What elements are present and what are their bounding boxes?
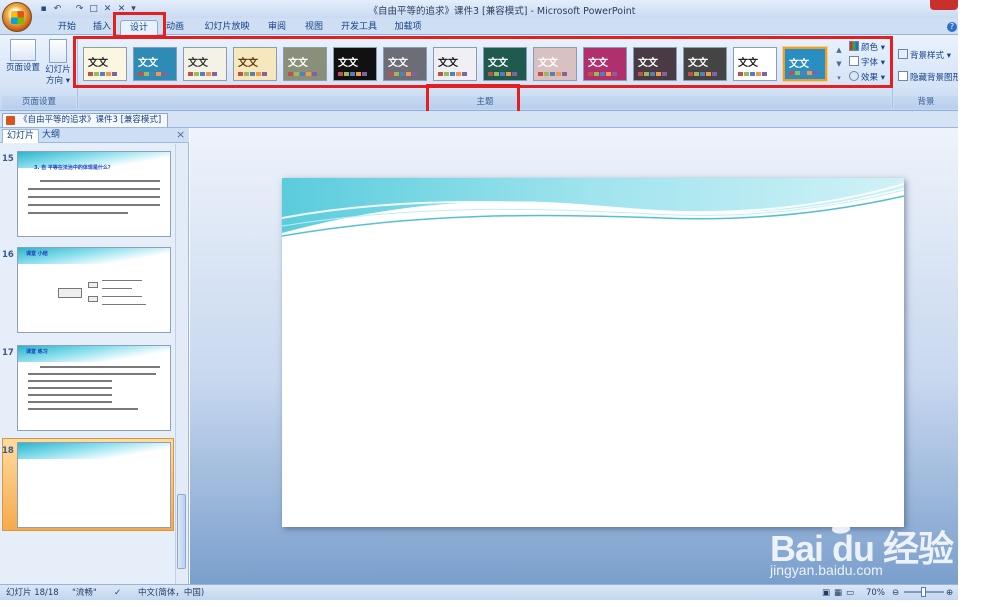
tab-slides[interactable]: 幻灯片 <box>2 129 40 143</box>
tab-review[interactable]: 审阅 <box>262 20 292 35</box>
checkbox-icon <box>898 71 908 81</box>
new-icon[interactable]: □ <box>88 3 99 14</box>
ppt-file-icon <box>6 116 15 125</box>
zoom-out-icon[interactable]: ⊖ <box>892 587 899 599</box>
theme-name-status: "流畅" <box>72 588 97 598</box>
orientation-label-2: 方向 <box>46 76 64 86</box>
tab-insert[interactable]: 插入 <box>88 20 116 35</box>
slide-wave-decoration <box>18 443 170 459</box>
cut-icon[interactable]: ✕ <box>102 3 113 14</box>
window-title: 《自由平等的追求》课件3 [兼容模式] - Microsoft PowerPoi… <box>368 6 636 17</box>
slides-panel: 幻灯片 大纲 × 15 3. 自 平等在法治中的体现是什么？ 16 课堂 小结 … <box>0 128 189 584</box>
zoom-level[interactable]: 70% <box>866 587 885 599</box>
language-status[interactable]: 中文(简体，中国) <box>138 587 204 599</box>
page-setup-group-label: 页面设置 <box>2 96 76 109</box>
spellcheck-icon[interactable]: ✓ <box>114 587 121 599</box>
page-setup-label: 页面设置 <box>5 63 40 73</box>
document-tab[interactable]: 《自由平等的追求》课件3 [兼容模式] <box>2 113 169 127</box>
baidu-watermark: Bai du 经验 jingyan.baidu.com <box>765 520 954 584</box>
slide-sorter-icon[interactable]: ▦ <box>834 587 842 599</box>
slide-number: 18 <box>2 446 14 456</box>
document-tab-bar: 《自由平等的追求》课件3 [兼容模式] <box>0 111 958 128</box>
slide-orientation-icon <box>49 39 67 63</box>
tab-view[interactable]: 视图 <box>299 20 329 35</box>
window-edge <box>958 0 1000 607</box>
undo-icon[interactable]: ↶ <box>52 3 63 14</box>
status-bar: 幻灯片 18/18 "流畅" ✓ 中文(简体，中国) ▣ ▦ ▭ 70% ⊖ ⊕ <box>0 584 958 600</box>
slide-thumb-title: 课堂 小结 <box>26 251 48 257</box>
tab-home[interactable]: 开始 <box>53 20 81 35</box>
window-close-button[interactable] <box>930 0 958 10</box>
slide-number: 16 <box>2 250 14 260</box>
slide-count-status: 幻灯片 18/18 <box>6 588 59 598</box>
normal-view-icon[interactable]: ▣ <box>822 587 830 599</box>
slide-thumbnail-16[interactable]: 课堂 小结 <box>17 247 171 333</box>
hide-background-checkbox[interactable]: 隐藏背景图形 <box>898 71 958 85</box>
office-button[interactable] <box>2 2 32 32</box>
slide-thumb-title: 课堂 练习 <box>26 349 48 355</box>
page-setup-button[interactable]: 页面设置 <box>4 39 42 74</box>
slide-thumbnail-17[interactable]: 课堂 练习 <box>17 345 171 431</box>
save-icon[interactable]: ▪ <box>38 3 49 14</box>
slide-thumbnail-18[interactable] <box>17 442 171 528</box>
slide-orientation-button[interactable]: 幻灯片 方向 ▾ <box>42 39 74 87</box>
zoom-in-icon[interactable]: ⊕ <box>946 587 953 599</box>
redo-icon[interactable]: ↷ <box>74 3 85 14</box>
office-logo-icon <box>11 11 24 24</box>
page-setup-icon <box>10 39 36 61</box>
help-icon[interactable]: ? <box>947 22 957 32</box>
close-panel-icon[interactable]: × <box>176 129 185 141</box>
background-group-label: 背景 <box>894 96 958 109</box>
tab-slideshow[interactable]: 幻灯片放映 <box>198 20 256 35</box>
slide-wave-header <box>282 178 904 237</box>
background-styles-label: 背景样式 <box>910 51 945 61</box>
orientation-label-1: 幻灯片 <box>45 65 71 75</box>
tab-addins[interactable]: 加载项 <box>388 20 428 35</box>
hide-background-label: 隐藏背景图形 <box>910 73 958 83</box>
zoom-slider-knob[interactable] <box>921 587 926 597</box>
watermark-url: jingyan.baidu.com <box>770 562 883 578</box>
slide-thumb-title: 3. 自 平等在法治中的体现是什么？ <box>34 165 113 171</box>
slide-thumbnail-15[interactable]: 3. 自 平等在法治中的体现是什么？ <box>17 151 171 237</box>
highlight-themes-gallery <box>73 36 893 88</box>
slides-panel-scrollbar[interactable] <box>175 144 187 584</box>
slide-number: 15 <box>2 154 14 164</box>
background-styles-icon <box>898 49 908 59</box>
slideshow-view-icon[interactable]: ▭ <box>846 587 854 599</box>
highlight-design-tab <box>113 12 166 38</box>
current-slide[interactable] <box>282 178 904 527</box>
highlight-themes-label <box>426 84 520 114</box>
tab-developer[interactable]: 开发工具 <box>336 20 382 35</box>
background-styles-button[interactable]: 背景样式 ▾ <box>898 49 951 63</box>
slide-number: 17 <box>2 348 14 358</box>
document-tab-label: 《自由平等的追求》课件3 [兼容模式] <box>19 115 162 125</box>
slides-panel-tabs: 幻灯片 大纲 × <box>0 128 189 143</box>
scrollbar-thumb[interactable] <box>177 494 186 569</box>
tab-outline[interactable]: 大纲 <box>38 129 64 143</box>
